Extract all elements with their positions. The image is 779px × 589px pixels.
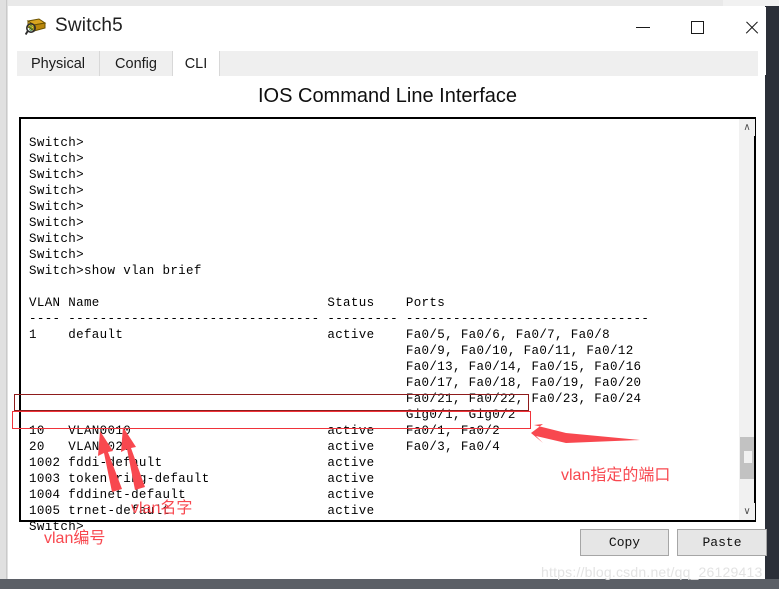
maximize-icon <box>690 20 704 34</box>
desktop-strip-bottom <box>0 579 779 589</box>
tab-cli[interactable]: CLI <box>173 51 220 76</box>
tab-config[interactable]: Config <box>100 51 173 76</box>
scrollbar-thumb[interactable] <box>740 437 754 479</box>
scroll-down-icon[interactable]: ∨ <box>739 503 755 520</box>
annotation-ports-label: vlan指定的端口 <box>561 467 671 484</box>
svg-text:$: $ <box>29 26 33 33</box>
window-titlebar: $ Switch5 <box>9 7 766 47</box>
tab-strip-filler <box>220 51 758 76</box>
copy-button[interactable]: Copy <box>580 529 669 556</box>
terminal-scrollbar[interactable]: ∧ ∨ <box>738 119 755 520</box>
desktop-left-divider <box>6 0 7 580</box>
close-button[interactable] <box>728 7 774 47</box>
annotation-name-label: vlan名字 <box>131 500 193 517</box>
switch-cli-window: $ Switch5 Physical Config CLI IOS Comman… <box>8 6 767 580</box>
screenshot-root: $ Switch5 Physical Config CLI IOS Comman… <box>0 0 779 589</box>
minimize-icon <box>636 26 650 28</box>
page-title: IOS Command Line Interface <box>257 85 517 107</box>
window-title: Switch5 <box>55 15 123 36</box>
scrollbar-thumb-grip <box>744 451 752 463</box>
close-icon <box>744 20 759 35</box>
annotation-number-label: vlan编号 <box>44 530 106 547</box>
watermark-text: https://blog.csdn.net/qq_26129413 <box>541 564 763 580</box>
packet-tracer-switch-icon: $ <box>24 17 47 37</box>
scroll-up-icon[interactable]: ∧ <box>739 119 755 136</box>
minimize-button[interactable] <box>620 7 666 47</box>
tab-physical[interactable]: Physical <box>17 51 100 76</box>
paste-button[interactable]: Paste <box>677 529 767 556</box>
maximize-button[interactable] <box>674 7 720 47</box>
